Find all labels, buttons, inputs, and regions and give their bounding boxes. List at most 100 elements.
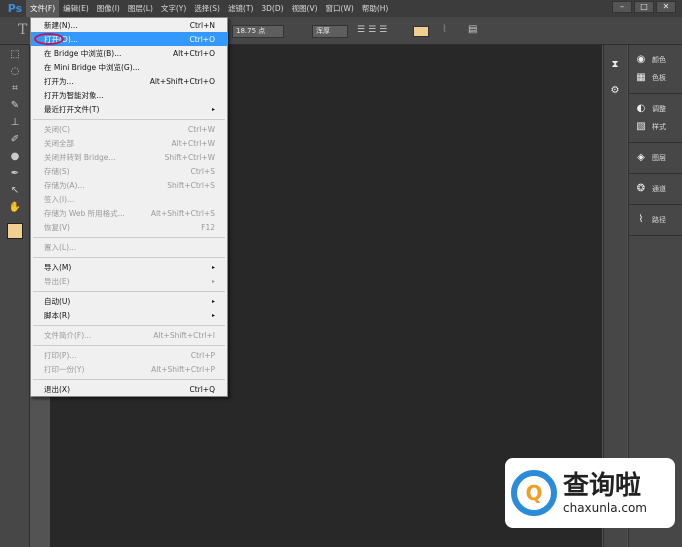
menu-item-label: 打开为... bbox=[44, 76, 74, 86]
font-size-select[interactable]: 18.75 点 bbox=[232, 25, 284, 38]
close-button[interactable]: ✕ bbox=[656, 1, 676, 13]
menu-item-label: 置入(L)... bbox=[44, 242, 77, 252]
menu-item-label: 打印一份(Y) bbox=[44, 364, 85, 374]
menu-6[interactable]: 滤镜(T) bbox=[224, 0, 257, 17]
menu-item[interactable]: 新建(N)... Ctrl+N bbox=[31, 18, 227, 32]
panel-group: ◈ 图层 bbox=[629, 143, 682, 174]
menu-item-label: 自动(U) bbox=[44, 296, 71, 306]
menu-8[interactable]: 视图(V) bbox=[288, 0, 322, 17]
tool-icon-4[interactable]: ⊥ bbox=[7, 116, 23, 130]
menu-item: 存储为(A)... Shift+Ctrl+S bbox=[31, 178, 227, 192]
menu-bar: Ps 文件(F) 编辑(E) 图像(I) 图层(L) 文字(Y) 选择(S) 滤镜(T) 3D… bbox=[0, 0, 682, 17]
menu-item-label: 关闭(C) bbox=[44, 124, 71, 134]
submenu-arrow-icon: ▸ bbox=[211, 263, 215, 271]
menu-item-shortcut: Ctrl+O bbox=[189, 34, 215, 44]
menu-item-shortcut: Ctrl+N bbox=[189, 20, 215, 30]
menu-5[interactable]: 选择(S) bbox=[190, 0, 224, 17]
menu-item[interactable]: 导入(M) ▸ bbox=[31, 260, 227, 274]
history-icon[interactable]: ⧗ bbox=[609, 59, 621, 71]
highlight-circle bbox=[34, 33, 64, 45]
menu-item[interactable]: 打开为... Alt+Shift+Ctrl+O bbox=[31, 74, 227, 88]
menu-item: 打印(P)... Ctrl+P bbox=[31, 348, 227, 362]
tool-icon-6[interactable]: ● bbox=[7, 150, 23, 164]
panel-layers[interactable]: ◈ 图层 bbox=[629, 149, 682, 167]
character-panel-icon[interactable]: ▤ bbox=[468, 24, 477, 35]
menu-item-shortcut: Ctrl+P bbox=[190, 350, 215, 360]
text-tool-icon: T bbox=[18, 22, 28, 38]
menu-item-label: 存储为 Web 所用格式... bbox=[44, 208, 125, 218]
panel-label: 路径 bbox=[652, 216, 666, 224]
menu-1[interactable]: 编辑(E) bbox=[59, 0, 93, 17]
menu-0[interactable]: 文件(F) bbox=[26, 0, 60, 17]
tool-icon-2[interactable]: ⌗ bbox=[7, 82, 23, 96]
panel-paths[interactable]: ⌇ 路径 bbox=[629, 211, 682, 229]
menu-2[interactable]: 图像(I) bbox=[93, 0, 124, 17]
menu-item[interactable]: 退出(X) Ctrl+Q bbox=[31, 382, 227, 396]
menu-item-label: 导入(M) bbox=[44, 262, 72, 272]
menu-item[interactable]: 脚本(R) ▸ bbox=[31, 308, 227, 322]
swatches-icon: ▦ bbox=[636, 72, 646, 83]
tool-icon-0[interactable]: ⬚ bbox=[7, 48, 23, 62]
file-menu: 新建(N)... Ctrl+N 打开(O)... Ctrl+O 在 Bridge 中浏览… bbox=[30, 17, 228, 397]
menu-item-label: 存储(S) bbox=[44, 166, 70, 176]
menu-item[interactable]: 打开(O)... Ctrl+O bbox=[31, 32, 227, 46]
panel-label: 色板 bbox=[652, 74, 666, 82]
menu-item-label: 文件简介(F)... bbox=[44, 330, 92, 340]
text-color-swatch[interactable] bbox=[413, 26, 429, 37]
menu-item-shortcut: Alt+Shift+Ctrl+P bbox=[151, 364, 215, 374]
menu-item[interactable]: 在 Mini Bridge 中浏览(G)... bbox=[31, 60, 227, 74]
foreground-color-swatch[interactable] bbox=[7, 223, 23, 239]
submenu-arrow-icon: ▸ bbox=[211, 105, 215, 113]
menu-item-shortcut: Ctrl+Q bbox=[189, 384, 215, 394]
panel-color[interactable]: ◉ 颜色 bbox=[629, 51, 682, 69]
menu-9[interactable]: 窗口(W) bbox=[322, 0, 358, 17]
panel-label: 样式 bbox=[652, 123, 666, 131]
menu-item: 存储(S) Ctrl+S bbox=[31, 164, 227, 178]
color-icon: ◉ bbox=[636, 54, 646, 65]
align-buttons[interactable]: ☰☰☰ bbox=[357, 25, 405, 38]
menu-item: 关闭全部 Alt+Ctrl+W bbox=[31, 136, 227, 150]
menu-item[interactable]: 在 Bridge 中浏览(B)... Alt+Ctrl+O bbox=[31, 46, 227, 60]
maximize-button[interactable]: □ bbox=[634, 1, 654, 13]
watermark-title: 查询啦 bbox=[563, 471, 642, 501]
menu-item-label: 关闭全部 bbox=[44, 138, 74, 148]
tool-icon-8[interactable]: ↖ bbox=[7, 184, 23, 198]
menu-4[interactable]: 文字(Y) bbox=[157, 0, 190, 17]
tool-icon-3[interactable]: ✎ bbox=[7, 99, 23, 113]
menu-7[interactable]: 3D(D) bbox=[257, 0, 287, 17]
menu-item-shortcut: Alt+Shift+Ctrl+I bbox=[153, 330, 215, 340]
panel-channels[interactable]: ❂ 通道 bbox=[629, 180, 682, 198]
panel-adjustments[interactable]: ◐ 调整 bbox=[629, 100, 682, 118]
menu-item-shortcut: Shift+Ctrl+S bbox=[167, 180, 215, 190]
submenu-arrow-icon: ▸ bbox=[211, 277, 215, 285]
menu-item: 存储为 Web 所用格式... Alt+Shift+Ctrl+S bbox=[31, 206, 227, 220]
menu-item[interactable]: 打开为智能对象... bbox=[31, 88, 227, 102]
panel-group: ⌇ 路径 bbox=[629, 205, 682, 236]
menu-10[interactable]: 帮助(H) bbox=[358, 0, 393, 17]
menu-item[interactable]: 最近打开文件(T) ▸ bbox=[31, 102, 227, 116]
panel-group: ❂ 通道 bbox=[629, 174, 682, 205]
menu-item: 签入(I)... bbox=[31, 192, 227, 206]
tool-icon-9[interactable]: ✋ bbox=[7, 201, 23, 215]
properties-icon[interactable]: ⚙ bbox=[609, 85, 621, 97]
menu-item-label: 存储为(A)... bbox=[44, 180, 85, 190]
tool-icon-5[interactable]: ✐ bbox=[7, 133, 23, 147]
submenu-arrow-icon: ▸ bbox=[211, 311, 215, 319]
panel-swatches[interactable]: ▦ 色板 bbox=[629, 69, 682, 87]
menu-item-label: 关闭并转到 Bridge... bbox=[44, 152, 116, 162]
menu-item[interactable]: 自动(U) ▸ bbox=[31, 294, 227, 308]
panel-label: 通道 bbox=[652, 185, 666, 193]
tool-icon-7[interactable]: ✒ bbox=[7, 167, 23, 181]
warp-text-icon[interactable]: ⌇ bbox=[442, 24, 447, 35]
menu-item-shortcut: Ctrl+S bbox=[190, 166, 215, 176]
minimize-button[interactable]: – bbox=[612, 1, 632, 13]
menu-item-label: 打开为智能对象... bbox=[44, 90, 104, 100]
menu-item: 打印一份(Y) Alt+Shift+Ctrl+P bbox=[31, 362, 227, 376]
styles-icon: ▧ bbox=[636, 121, 646, 132]
menu-item-label: 最近打开文件(T) bbox=[44, 104, 100, 114]
anti-alias-select[interactable]: 浑厚 bbox=[312, 25, 348, 38]
menu-item-shortcut: Shift+Ctrl+W bbox=[164, 152, 215, 162]
menu-3[interactable]: 图层(L) bbox=[124, 0, 157, 17]
tool-icon-1[interactable]: ◌ bbox=[7, 65, 23, 79]
panel-styles[interactable]: ▧ 样式 bbox=[629, 118, 682, 136]
